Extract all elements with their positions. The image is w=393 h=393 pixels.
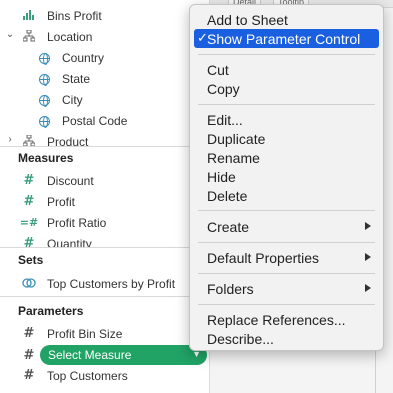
field-location[interactable]: ⌄ Location — [0, 26, 209, 47]
hash-icon: # — [23, 367, 35, 383]
divider — [0, 247, 209, 248]
menu-item-label: Delete — [207, 187, 248, 204]
field-product[interactable]: › Product — [0, 131, 209, 152]
menu-separator — [198, 304, 375, 305]
menu-item-label: Folders — [207, 280, 254, 297]
field-quantity[interactable]: # Quantity — [0, 233, 209, 248]
measures-title: Measures — [18, 151, 74, 165]
field-city[interactable]: City — [0, 89, 209, 110]
menu-item-label: Rename — [207, 149, 260, 166]
menu-item-describe[interactable]: Describe... — [190, 329, 383, 348]
menu-item-default-properties[interactable]: Default Properties — [190, 248, 383, 267]
param-profit-bin-size[interactable]: # Profit Bin Size — [0, 323, 209, 344]
checkmark-icon: ✓ — [197, 30, 208, 45]
menu-separator — [198, 210, 375, 211]
field-label: Country — [62, 51, 105, 65]
menu-item-label: Show Parameter Control — [207, 30, 361, 47]
menu-item-label: Create — [207, 218, 250, 235]
menu-item-label: Cut — [207, 61, 229, 78]
field-bins-profit[interactable]: Bins Profit — [0, 5, 209, 26]
field-label: Profit Bin Size — [47, 327, 123, 341]
field-label: City — [62, 93, 83, 107]
chevron-down-icon[interactable]: ⌄ — [4, 29, 16, 43]
field-label: Quantity — [47, 237, 92, 247]
menu-item-show-parameter-control[interactable]: ✓ Show Parameter Control — [194, 29, 379, 48]
param-select-measure[interactable]: Select Measure ▼ — [40, 345, 207, 365]
data-pane: Bins Profit ⌄ Location Country State Cit… — [0, 0, 210, 393]
calculated-field-icon: =# — [19, 215, 39, 229]
field-label: Postal Code — [62, 114, 128, 128]
set-top-customers-by-profit[interactable]: Top Customers by Profit — [0, 273, 209, 294]
field-label: Top Customers by Profit — [47, 277, 176, 291]
globe-icon — [36, 113, 52, 129]
hash-icon: # — [23, 325, 35, 341]
menu-item-label: Replace References... — [207, 311, 346, 328]
menu-item-cut[interactable]: Cut — [190, 60, 383, 79]
field-postal-code[interactable]: Postal Code — [0, 110, 209, 131]
parameters-title: Parameters — [18, 304, 84, 318]
menu-item-replace-references[interactable]: Replace References... — [190, 310, 383, 329]
globe-icon — [36, 50, 52, 66]
globe-icon — [36, 71, 52, 87]
submenu-arrow-icon — [365, 222, 371, 230]
field-label: Profit — [47, 195, 76, 209]
field-label: Top Customers — [47, 369, 128, 383]
menu-separator — [198, 104, 375, 105]
menu-item-rename[interactable]: Rename — [190, 148, 383, 167]
menu-item-folders[interactable]: Folders — [190, 279, 383, 298]
bar-chart-icon — [21, 7, 37, 23]
menu-item-label: Default Properties — [207, 249, 320, 266]
hash-icon: # — [23, 193, 35, 209]
submenu-arrow-icon — [365, 253, 371, 261]
menu-item-duplicate[interactable]: Duplicate — [190, 129, 383, 148]
field-label: Profit Ratio — [47, 216, 107, 230]
hierarchy-icon — [21, 28, 37, 44]
field-label: Location — [47, 30, 93, 44]
menu-item-label: Copy — [207, 80, 240, 97]
hash-icon: # — [23, 347, 35, 363]
menu-item-hide[interactable]: Hide — [190, 167, 383, 186]
field-label: State — [62, 72, 91, 86]
menu-item-copy[interactable]: Copy — [190, 79, 383, 98]
field-profit-ratio[interactable]: =# Profit Ratio — [0, 212, 209, 233]
hash-icon: # — [23, 235, 35, 248]
field-label: Select Measure — [48, 348, 132, 362]
menu-separator — [198, 242, 375, 243]
divider — [0, 296, 209, 297]
menu-item-edit[interactable]: Edit... — [190, 110, 383, 129]
hash-icon: # — [23, 172, 35, 188]
menu-item-delete[interactable]: Delete — [190, 186, 383, 205]
menu-item-label: Describe... — [207, 330, 274, 347]
menu-item-label: Hide — [207, 168, 236, 185]
field-label: Bins Profit — [47, 9, 102, 23]
param-top-customers[interactable]: # Top Customers — [0, 365, 209, 386]
field-label: Discount — [47, 174, 94, 188]
menu-separator — [198, 54, 375, 55]
menu-item-add-to-sheet[interactable]: Add to Sheet — [190, 10, 383, 29]
menu-item-label: Add to Sheet — [207, 11, 288, 28]
menu-item-create[interactable]: Create — [190, 217, 383, 236]
field-profit[interactable]: # Profit — [0, 191, 209, 212]
set-icon — [21, 275, 37, 291]
menu-separator — [198, 273, 375, 274]
globe-icon — [36, 92, 52, 108]
context-menu: Add to Sheet ✓ Show Parameter Control Cu… — [189, 4, 384, 351]
field-country[interactable]: Country — [0, 47, 209, 68]
field-discount[interactable]: # Discount — [0, 170, 209, 191]
submenu-arrow-icon — [365, 284, 371, 292]
divider — [0, 146, 209, 147]
menu-item-label: Edit... — [207, 111, 243, 128]
menu-item-label: Duplicate — [207, 130, 266, 147]
field-state[interactable]: State — [0, 68, 209, 89]
sets-title: Sets — [18, 253, 44, 267]
